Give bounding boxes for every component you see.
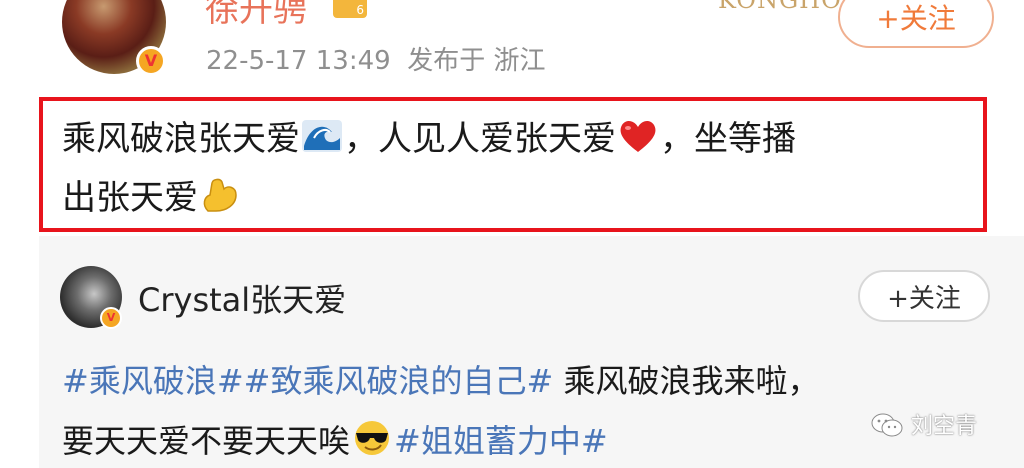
hashtag-link[interactable]: #姐姐蓄力中# xyxy=(394,422,608,460)
post-timestamp: 22-5-17 13:49 xyxy=(206,46,391,76)
post-text-segment: ，坐等播 xyxy=(660,119,796,159)
post-text-segment: ，人见人爱张天爱 xyxy=(344,119,616,159)
wave-emoji-icon xyxy=(302,120,342,152)
flexed-biceps-emoji-icon xyxy=(203,178,237,212)
repost-text-segment: 要天天爱不要天天唉 xyxy=(62,422,351,460)
vip-badge-icon: 6 xyxy=(333,0,367,18)
brand-watermark: KONGHO xyxy=(718,0,842,14)
repost-follow-button[interactable]: +关注 xyxy=(858,270,990,322)
wechat-icon xyxy=(871,413,903,437)
hashtag-link[interactable]: #致乘风破浪的自己# xyxy=(244,362,554,400)
post-text-segment: 乘风破浪张天爱 xyxy=(62,119,300,159)
post-text-segment: 出张天爱 xyxy=(62,178,198,218)
post-text-line-2: 出张天爱 xyxy=(62,170,242,219)
repost-verified-badge-icon: V xyxy=(100,307,122,329)
post-meta: 22-5-17 13:49 发布于 浙江 xyxy=(206,40,545,77)
repost-author-name[interactable]: Crystal张天爱 xyxy=(138,275,346,321)
repost-text-line-2: 要天天爱不要天天唉 #姐姐蓄力中# xyxy=(62,416,608,462)
heart-emoji-icon xyxy=(620,121,656,152)
post-location: 发布于 浙江 xyxy=(407,46,546,76)
repost-text-line-1: #乘风破浪##致乘风破浪的自己# 乘风破浪我来啦， xyxy=(62,356,819,402)
follow-button[interactable]: +关注 xyxy=(838,0,994,48)
watermark: 刘空青 xyxy=(870,408,977,440)
hashtag-link[interactable]: #乘风破浪# xyxy=(62,362,244,400)
author-name[interactable]: 徐升骋 xyxy=(205,0,307,31)
repost-text-segment: 乘风破浪我来啦， xyxy=(553,362,820,400)
sunglasses-emoji-icon xyxy=(355,421,390,455)
verified-badge-icon: V xyxy=(136,46,166,76)
post-text-line-1: 乘风破浪张天爱 ，人见人爱张天爱 ，坐等播 xyxy=(62,111,796,160)
watermark-text: 刘空青 xyxy=(911,414,978,439)
